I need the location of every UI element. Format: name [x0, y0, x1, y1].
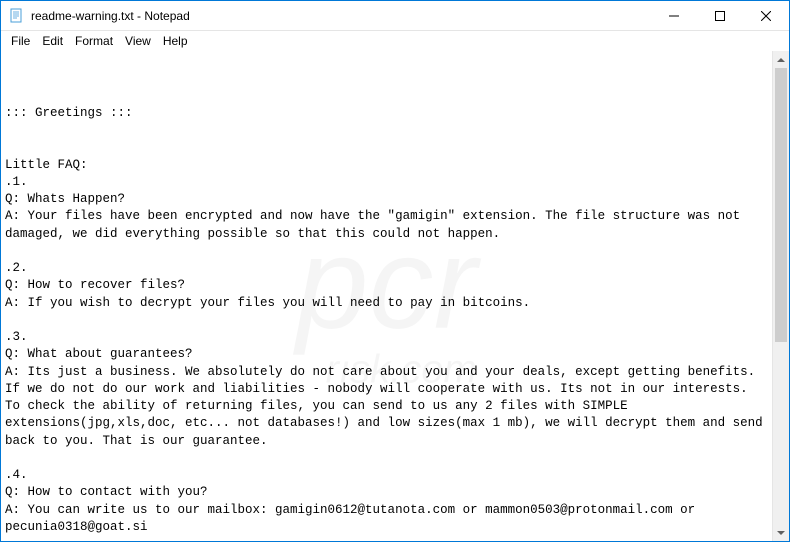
notepad-window: readme-warning.txt - Notepad File Edit F… [0, 0, 790, 542]
maximize-button[interactable] [697, 1, 743, 31]
menu-edit[interactable]: Edit [36, 32, 69, 50]
scroll-up-arrow[interactable] [773, 51, 789, 68]
window-controls [651, 1, 789, 30]
minimize-button[interactable] [651, 1, 697, 31]
vertical-scrollbar[interactable] [772, 51, 789, 541]
scroll-track[interactable] [773, 68, 789, 524]
window-title: readme-warning.txt - Notepad [31, 9, 190, 23]
content-wrap: pcr rısk.com ::: Greetings ::: Little FA… [1, 51, 789, 541]
menubar: File Edit Format View Help [1, 31, 789, 51]
menu-help[interactable]: Help [157, 32, 194, 50]
scroll-down-arrow[interactable] [773, 524, 789, 541]
text-area[interactable]: pcr rısk.com ::: Greetings ::: Little FA… [1, 51, 772, 541]
text-body: ::: Greetings ::: Little FAQ: .1. Q: Wha… [5, 105, 768, 541]
menu-view[interactable]: View [119, 32, 157, 50]
close-button[interactable] [743, 1, 789, 31]
titlebar: readme-warning.txt - Notepad [1, 1, 789, 31]
menu-file[interactable]: File [5, 32, 36, 50]
scroll-thumb[interactable] [775, 68, 787, 342]
menu-format[interactable]: Format [69, 32, 119, 50]
notepad-icon [9, 8, 25, 24]
title-left: readme-warning.txt - Notepad [1, 8, 190, 24]
